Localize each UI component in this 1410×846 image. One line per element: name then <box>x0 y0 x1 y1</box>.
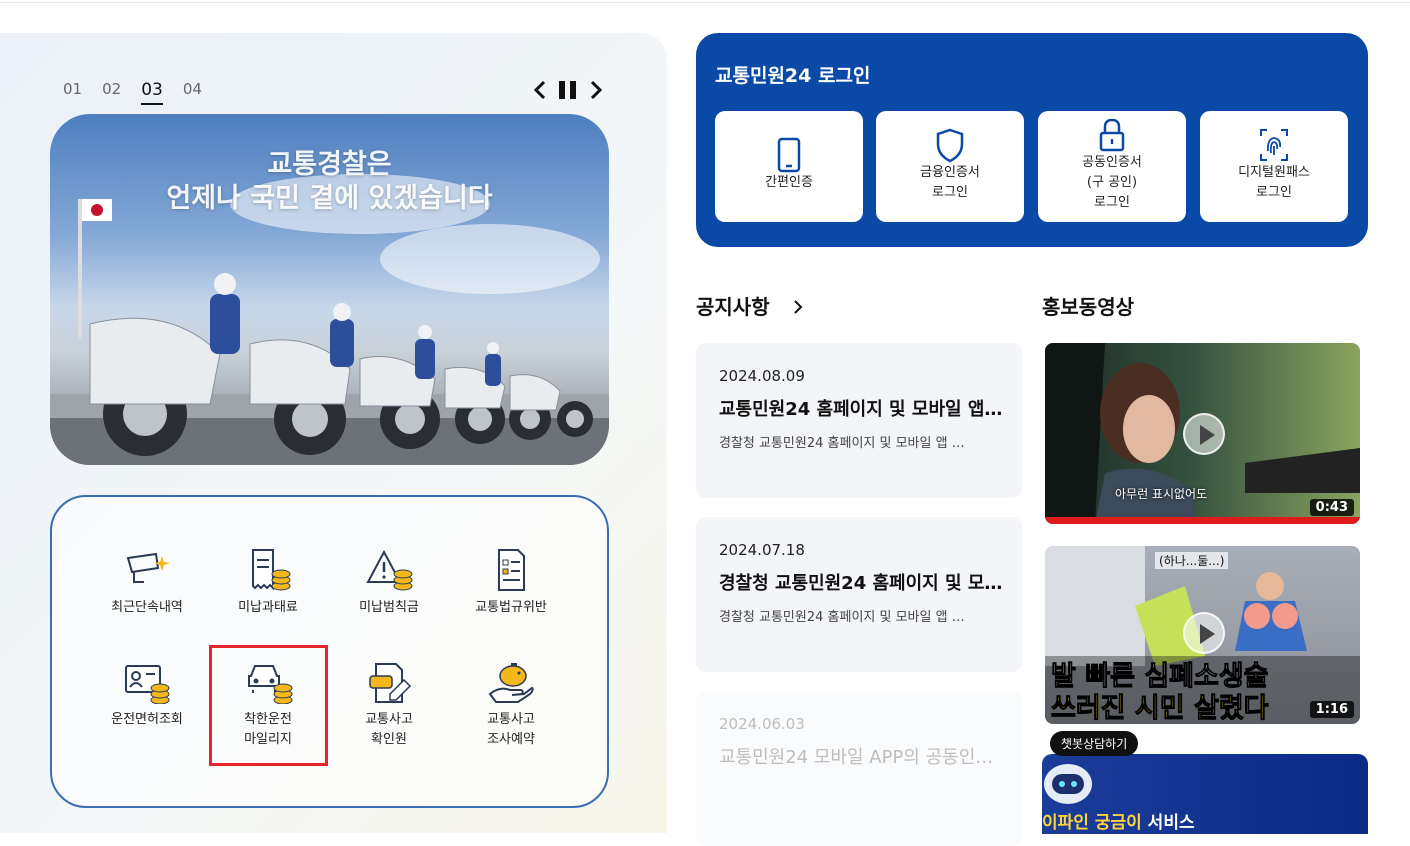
login-label-line1: 금융인증서 <box>920 165 980 180</box>
login-label-line1: 공동인증서 <box>1082 155 1142 170</box>
notice-card[interactable]: 2024.07.18 경찰청 교통민원24 홈페이지 및 모… 경찰청 교통민원… <box>696 517 1022 672</box>
notice-desc: 경찰청 교통민원24 홈페이지 및 모바일 앱 … <box>719 436 965 451</box>
login-financial-cert[interactable]: 금융인증서 로그인 <box>876 111 1024 222</box>
license-card-icon <box>125 665 170 704</box>
quick-menu-box <box>50 495 609 808</box>
video-overlay-line2: 쓰러진 시민 살렸다 <box>1051 693 1270 725</box>
notice-date: 2024.07.18 <box>719 541 805 559</box>
notice-title[interactable]: 경찰청 교통민원24 홈페이지 및 모… <box>719 569 1004 595</box>
notice-title[interactable]: 교통민원24 홈페이지 및 모바일 앱 … <box>719 395 1004 421</box>
video-top-text: (하나...둘...) <box>1155 552 1229 569</box>
notice-date: 2024.06.03 <box>719 715 805 733</box>
video-duration: 0:43 <box>1309 499 1354 516</box>
checklist-document-icon <box>498 549 525 591</box>
banner-line-1: 교통경찰은 <box>267 149 392 180</box>
login-label: 간편인증 <box>765 175 813 190</box>
menu-unpaid-fine[interactable]: 미납과태료 <box>213 548 323 618</box>
lock-icon <box>1099 118 1125 152</box>
login-label-line2: 로그인 <box>932 185 968 200</box>
fingerprint-icon <box>1260 129 1288 161</box>
chatbot-service-highlight: 이파인 궁금이 <box>1042 813 1142 833</box>
warning-coins-icon <box>366 549 413 591</box>
notice-card[interactable]: 2024.06.03 교통민원24 모바일 APP의 공동인… <box>696 691 1022 846</box>
slide-controls <box>533 80 603 100</box>
camera-enforcement-icon <box>126 552 170 583</box>
login-simple-auth[interactable]: 간편인증 <box>715 111 863 222</box>
menu-accident-reservation[interactable]: 교통사고 조사예약 <box>456 660 566 750</box>
menu-traffic-violation[interactable]: 교통법규위반 <box>456 548 566 618</box>
play-icon[interactable] <box>1183 413 1225 455</box>
receipt-coins-icon <box>252 549 291 591</box>
pause-icon[interactable] <box>557 80 579 100</box>
menu-label: 미납범칙금 <box>359 600 419 615</box>
top-divider <box>0 2 1410 3</box>
video-caption: 아무런 표시없어도 <box>1115 487 1208 501</box>
videos-title: 홍보동영상 <box>1042 295 1134 319</box>
play-icon[interactable] <box>1183 612 1225 654</box>
mobile-phone-icon <box>777 137 801 173</box>
menu-label: 교통법규위반 <box>475 600 547 615</box>
highlight-box <box>209 645 328 766</box>
menu-recent-enforcement[interactable]: 최근단속내역 <box>92 548 202 618</box>
menu-label-line2: 확인원 <box>371 732 407 747</box>
login-panel: 교통민원24 로그인 간편인증 금융인증서 로그인 공동인증서 (구 공인) 로… <box>696 33 1368 247</box>
slide-page-1[interactable]: 01 <box>63 80 82 105</box>
chevron-left-icon[interactable] <box>533 80 547 100</box>
chatbot-service-rest: 서비스 <box>1141 813 1195 833</box>
menu-label-line1: 교통사고 <box>487 712 535 727</box>
menu-label: 운전면허조회 <box>111 712 183 727</box>
chevron-right-icon[interactable] <box>589 80 603 100</box>
chatbot-robot-icon[interactable] <box>1042 762 1094 806</box>
login-label-line2: (구 공인) <box>1086 175 1138 190</box>
shield-icon <box>936 128 964 163</box>
login-label-line3: 로그인 <box>1094 195 1130 210</box>
login-label-line1: 디지털원패스 <box>1238 165 1310 180</box>
piggy-bank-icon <box>488 663 534 703</box>
notices-title[interactable]: 공지사항 <box>696 291 805 320</box>
banner-line-2: 언제나 국민 곁에 있겠습니다 <box>166 183 493 214</box>
menu-label-line1: 교통사고 <box>365 712 413 727</box>
menu-accident-certificate[interactable]: 교통사고 확인원 <box>334 660 444 750</box>
notice-date: 2024.08.09 <box>719 367 805 385</box>
login-joint-cert[interactable]: 공동인증서 (구 공인) 로그인 <box>1038 111 1186 222</box>
notice-desc: 경찰청 교통민원24 홈페이지 및 모바일 앱 … <box>719 610 965 625</box>
chatbot-service-text: 이파인 궁금이 서비스 <box>1042 808 1195 833</box>
login-title: 교통민원24 로그인 <box>715 65 871 87</box>
login-label-line2: 로그인 <box>1256 185 1292 200</box>
video-thumbnail[interactable]: (하나...둘...) 발 빠른 심폐소생술 쓰러진 시민 살렸다 1:16 <box>1045 546 1360 724</box>
menu-label-line2: 조사예약 <box>487 732 535 747</box>
main-banner[interactable]: 교통경찰은 언제나 국민 곁에 있겠습니다 <box>50 114 609 465</box>
video-duration: 1:16 <box>1309 701 1354 718</box>
menu-license-inquiry[interactable]: 운전면허조회 <box>92 660 202 730</box>
banner-title: 교통경찰은 언제나 국민 곁에 있겠습니다 <box>50 148 609 216</box>
notice-title[interactable]: 교통민원24 모바일 APP의 공동인… <box>719 743 1004 769</box>
notices-title-text: 공지사항 <box>696 295 770 319</box>
slide-pagination: 01 02 03 04 <box>63 80 202 105</box>
menu-unpaid-penalty[interactable]: 미납범칙금 <box>334 548 444 618</box>
chevron-right-icon[interactable] <box>791 299 805 315</box>
menu-label: 미납과태료 <box>238 600 298 615</box>
slide-page-3[interactable]: 03 <box>141 80 163 105</box>
slide-page-2[interactable]: 02 <box>102 80 121 105</box>
menu-label: 최근단속내역 <box>111 600 183 615</box>
login-digital-onepass[interactable]: 디지털원패스 로그인 <box>1200 111 1348 222</box>
slide-page-4[interactable]: 04 <box>183 80 202 105</box>
notice-card[interactable]: 2024.08.09 교통민원24 홈페이지 및 모바일 앱 … 경찰청 교통민… <box>696 343 1022 498</box>
chatbot-bubble[interactable]: 챗봇상담하기 <box>1050 731 1139 756</box>
accident-certificate-icon <box>369 663 412 703</box>
video-thumbnail[interactable]: 아무런 표시없어도 0:43 <box>1045 343 1360 524</box>
